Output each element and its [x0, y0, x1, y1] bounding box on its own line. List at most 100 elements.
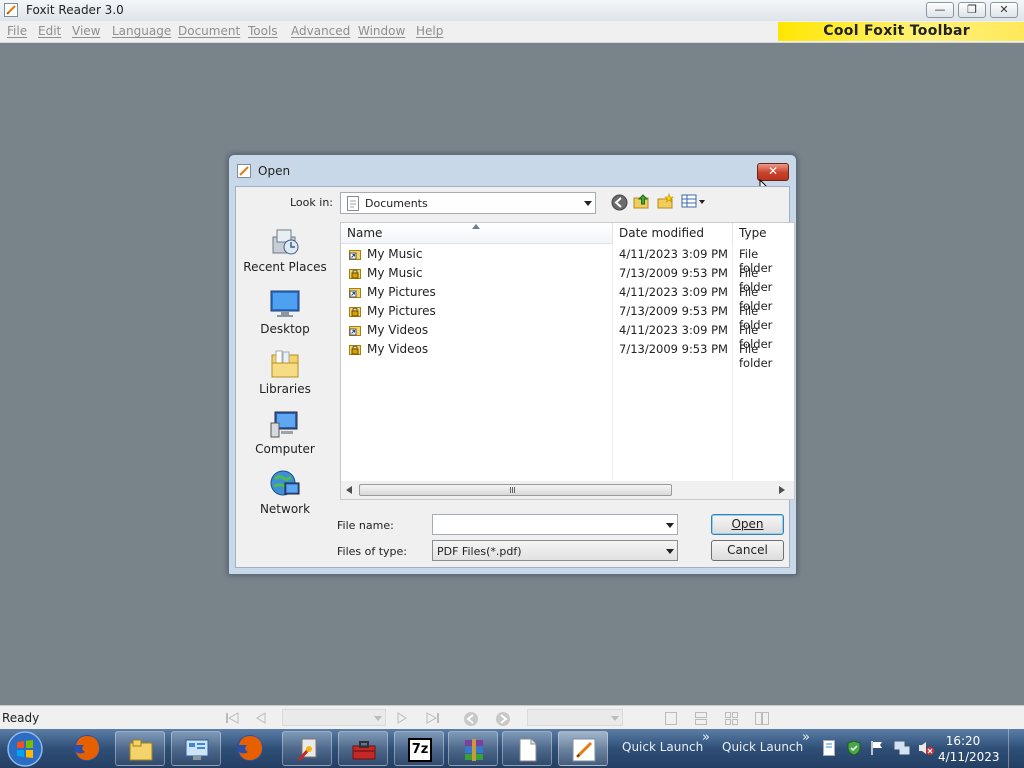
file-name: My Music	[367, 266, 423, 280]
open-button-label: Open	[731, 517, 764, 531]
close-icon: ✕	[999, 3, 1009, 16]
last-page-icon[interactable]	[426, 712, 440, 724]
quick-launch-chevron-icon[interactable]: »	[702, 730, 710, 745]
view-menu-icon[interactable]	[681, 194, 707, 209]
cancel-button-label: Cancel	[727, 543, 768, 557]
7zip-icon: 7z	[408, 738, 432, 762]
file-name-combo[interactable]	[432, 514, 678, 535]
single-page-icon[interactable]	[664, 711, 678, 726]
place-recent-places[interactable]: Recent Places	[240, 227, 330, 274]
place-computer[interactable]: Computer	[240, 409, 330, 456]
taskbar-explorer-button[interactable]	[115, 731, 165, 766]
quick-launch-label[interactable]: Quick Launch	[622, 740, 703, 754]
clock-time: 16:20	[945, 734, 981, 748]
go-forward-view-icon[interactable]	[495, 711, 511, 727]
menu-view[interactable]: View	[72, 24, 100, 38]
previous-page-icon[interactable]	[255, 712, 267, 724]
horizontal-scrollbar[interactable]	[341, 481, 794, 499]
file-row[interactable]: My Pictures 7/13/2009 9:53 PM File folder	[341, 302, 794, 332]
place-libraries[interactable]: Libraries	[240, 349, 330, 396]
file-name-label: File name:	[337, 519, 394, 532]
file-date: 4/11/2023 3:09 PM	[619, 323, 728, 337]
quick-launch-label[interactable]: Quick Launch	[722, 740, 803, 754]
file-row[interactable]: My Pictures 4/11/2023 3:09 PM File folder	[341, 283, 794, 313]
menu-edit[interactable]: Edit	[38, 24, 61, 38]
look-in-combo[interactable]: Documents	[340, 192, 596, 214]
menu-tools[interactable]: Tools	[248, 24, 278, 38]
cool-foxit-toolbar[interactable]: Cool Foxit Toolbar	[778, 22, 1024, 41]
network-icon	[270, 470, 300, 496]
taskbar-7zip-button[interactable]: 7z	[394, 731, 444, 766]
maximize-button[interactable]: ❐	[958, 2, 986, 18]
quick-launch-chevron-icon[interactable]: »	[802, 730, 810, 745]
taskbar-foxit-button[interactable]	[558, 731, 608, 766]
firefox-icon[interactable]	[235, 733, 265, 763]
file-type-combo[interactable]: PDF Files(*.pdf)	[432, 540, 678, 561]
menu-language[interactable]: Language	[112, 24, 171, 38]
taskbar-winrar-button[interactable]	[448, 731, 498, 766]
tray-volume-muted-icon[interactable]	[918, 740, 934, 756]
title-bar[interactable]: Foxit Reader 3.0 — ❐ ✕	[0, 0, 1024, 22]
shortcut-folder-icon	[349, 326, 361, 336]
taskbar-blank-document-button[interactable]	[502, 731, 552, 766]
foxit-icon	[572, 738, 596, 762]
show-desktop-button[interactable]	[1008, 729, 1024, 768]
taskbar-clock[interactable]: 16:20 4/11/2023	[938, 733, 1000, 765]
file-type: File folder	[739, 342, 773, 370]
start-button-icon[interactable]	[6, 730, 44, 768]
column-header-date[interactable]: Date modified	[613, 223, 733, 244]
zoom-field[interactable]	[527, 709, 623, 726]
scroll-right-icon[interactable]	[779, 486, 785, 494]
file-name-input[interactable]	[435, 517, 656, 532]
new-folder-icon[interactable]	[657, 193, 674, 210]
up-folder-icon[interactable]	[633, 193, 650, 210]
place-label: Recent Places	[243, 260, 327, 274]
documents-icon	[347, 196, 359, 211]
status-text: Ready	[2, 711, 40, 725]
open-button[interactable]: Open	[711, 514, 784, 535]
taskbar-toolbox-button[interactable]	[338, 731, 388, 766]
chevron-down-icon	[374, 716, 382, 721]
file-date: 4/11/2023 3:09 PM	[619, 285, 728, 299]
scrollbar-thumb[interactable]	[359, 484, 672, 496]
scroll-left-icon[interactable]	[346, 486, 352, 494]
back-icon[interactable]	[611, 194, 628, 211]
next-page-icon[interactable]	[396, 712, 408, 724]
place-desktop[interactable]: Desktop	[240, 289, 330, 336]
tray-document-icon[interactable]	[822, 740, 836, 756]
taskbar: 7z Quick Launch » Quick Launch » 16:20 4…	[0, 729, 1024, 768]
file-row[interactable]: My Music 4/11/2023 3:09 PM File folder	[341, 245, 794, 275]
menu-help[interactable]: Help	[416, 24, 443, 38]
continuous-page-icon[interactable]	[694, 711, 708, 726]
firefox-icon[interactable]	[72, 733, 102, 763]
winrar-icon	[465, 739, 483, 761]
go-back-view-icon[interactable]	[463, 711, 479, 727]
libraries-icon	[271, 350, 299, 378]
column-header-type[interactable]: Type	[733, 223, 794, 244]
tray-security-icon[interactable]	[846, 740, 862, 756]
locked-folder-icon	[349, 269, 361, 279]
facing-continuous-icon[interactable]	[724, 711, 739, 726]
taskbar-control-panel-button[interactable]	[171, 731, 221, 766]
tray-flag-icon[interactable]	[870, 740, 884, 756]
chevron-down-icon	[611, 716, 619, 721]
file-row[interactable]: My Music 7/13/2009 9:53 PM File folder	[341, 264, 794, 294]
file-row[interactable]: My Videos 4/11/2023 3:09 PM File folder	[341, 321, 794, 351]
minimize-button[interactable]: —	[926, 2, 954, 18]
menu-advanced[interactable]: Advanced	[291, 24, 350, 38]
cancel-button[interactable]: Cancel	[711, 540, 784, 561]
taskbar-installer-button[interactable]	[282, 731, 332, 766]
facing-page-icon[interactable]	[754, 711, 770, 726]
menu-window[interactable]: Window	[358, 24, 405, 38]
file-row[interactable]: My Videos 7/13/2009 9:53 PM File folder	[341, 340, 794, 370]
locked-folder-icon	[349, 345, 361, 355]
close-button[interactable]: ✕	[990, 2, 1018, 18]
place-network[interactable]: Network	[240, 469, 330, 516]
first-page-icon[interactable]	[225, 712, 239, 724]
tray-network-icon[interactable]	[894, 740, 910, 756]
minimize-icon: —	[934, 3, 946, 16]
locked-folder-icon	[349, 307, 361, 317]
page-number-field[interactable]	[282, 709, 386, 726]
menu-document[interactable]: Document	[178, 24, 240, 38]
menu-file[interactable]: File	[7, 24, 27, 38]
